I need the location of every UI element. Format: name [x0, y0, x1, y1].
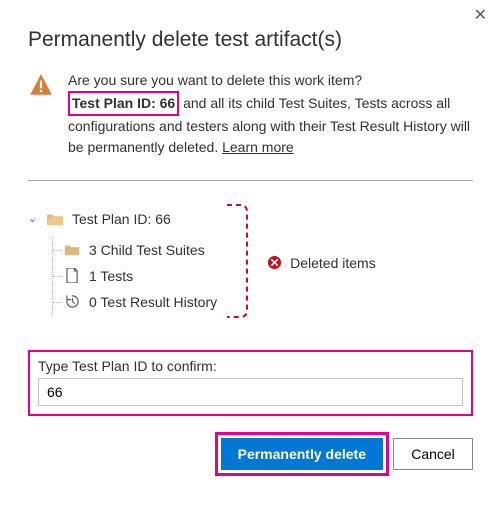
- tree-children: 3 Child Test Suites 1 Tests 0 Test Resul…: [52, 237, 217, 315]
- tree-item-label: 3 Child Test Suites: [89, 242, 205, 258]
- dialog-title: Permanently delete test artifact(s): [28, 28, 473, 52]
- tree-item-label: 0 Test Result History: [89, 294, 217, 310]
- warning-triangle-icon: [28, 72, 54, 101]
- tree-item-history[interactable]: 0 Test Result History: [53, 289, 217, 315]
- dialog-buttons: Permanently delete Cancel: [28, 438, 473, 470]
- annotation-bracket-icon: [225, 201, 251, 324]
- deleted-items-text: Deleted items: [290, 255, 376, 271]
- cancel-button[interactable]: Cancel: [393, 438, 473, 470]
- divider: [28, 180, 473, 181]
- tree-item-label: 1 Tests: [89, 268, 133, 284]
- highlighted-test-plan-id: Test Plan ID: 66: [68, 91, 179, 116]
- history-icon: [63, 294, 81, 309]
- confirm-block: Type Test Plan ID to confirm:: [28, 350, 473, 416]
- warning-row: Are you sure you want to delete this wor…: [28, 70, 473, 158]
- artifact-tree: ⌄ Test Plan ID: 66 3 Child Test Suites: [28, 211, 217, 315]
- tree-area: ⌄ Test Plan ID: 66 3 Child Test Suites: [28, 201, 473, 324]
- tree-root[interactable]: ⌄ Test Plan ID: 66: [28, 211, 217, 227]
- delete-artifacts-dialog: Permanently delete test artifact(s) Are …: [0, 0, 501, 490]
- tree-item-tests[interactable]: 1 Tests: [53, 263, 217, 289]
- document-icon: [63, 268, 81, 283]
- learn-more-link[interactable]: Learn more: [222, 139, 294, 155]
- warning-message: Are you sure you want to delete this wor…: [68, 70, 473, 158]
- tree-root-label: Test Plan ID: 66: [72, 211, 171, 227]
- deleted-items-label: Deleted items: [267, 255, 376, 271]
- error-circle-icon: [267, 255, 282, 270]
- confirm-input[interactable]: [38, 378, 463, 406]
- message-text-1: Are you sure you want to delete this wor…: [68, 72, 362, 88]
- tree-item-suites[interactable]: 3 Child Test Suites: [53, 237, 217, 263]
- chevron-down-icon: ⌄: [28, 212, 40, 225]
- close-icon[interactable]: ✕: [474, 8, 487, 24]
- confirm-label: Type Test Plan ID to confirm:: [38, 358, 463, 374]
- folder-open-icon: [46, 212, 64, 226]
- folder-icon: [63, 243, 81, 256]
- permanently-delete-button[interactable]: Permanently delete: [221, 438, 383, 470]
